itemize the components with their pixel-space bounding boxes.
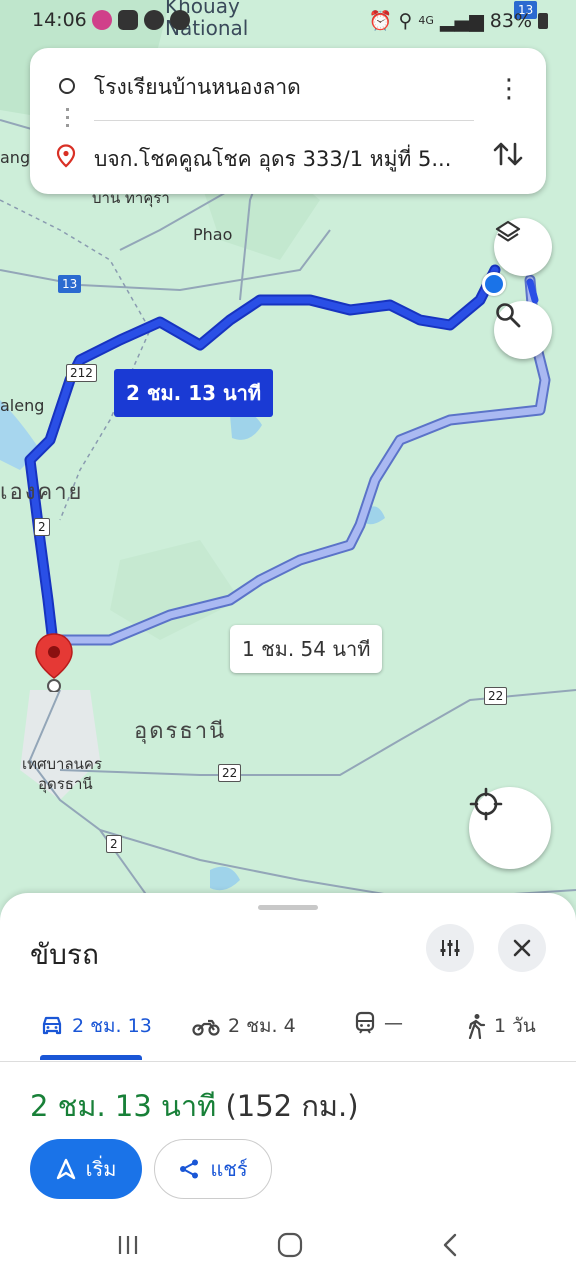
divider (94, 120, 474, 121)
origin-circle-icon (59, 78, 75, 94)
status-bar: 14:06 ⏰ ⚲ 4G ▂▄▆ 83% (0, 0, 576, 40)
road-shield-2a: 2 (34, 518, 50, 536)
road-shield-13: 13 (58, 275, 82, 293)
tab-walking-label: 1 วัน (494, 1015, 536, 1037)
navigation-arrow-icon (56, 1158, 75, 1180)
battery-icon (538, 12, 548, 29)
my-location-button[interactable] (469, 787, 551, 869)
transit-icon (355, 1011, 375, 1034)
home-icon[interactable] (277, 1232, 303, 1258)
tab-walking[interactable]: 1 วัน (466, 1011, 536, 1041)
place-label-nongkhai: เองคาย (0, 480, 84, 505)
gallery-icon (118, 10, 138, 30)
walk-icon (468, 1014, 486, 1039)
directions-card: โรงเรียนบ้านหนองลาด ⋮ บจก.โชคคูณโชค อุดร… (30, 48, 546, 194)
motorcycle-icon (192, 1019, 220, 1036)
car-icon (42, 1016, 62, 1035)
line-icon (144, 10, 164, 30)
road-shield-2b: 2 (106, 835, 122, 853)
tab-transit[interactable]: — (354, 1011, 403, 1035)
signal-icon: ▂▄▆ (439, 9, 484, 32)
search-icon (496, 303, 521, 328)
swap-icon[interactable] (490, 136, 526, 172)
destination-pin-icon[interactable] (33, 632, 75, 692)
road-shield-22a: 22 (484, 687, 508, 705)
system-icons: ⏰ ⚲ 4G ▂▄▆ 83% (369, 9, 548, 32)
destination-pin-small-icon (56, 144, 76, 168)
tab-motorcycle-label: 2 ชม. 4 (228, 1015, 296, 1037)
route-duration-label-main[interactable]: 2 ชม. 13 นาที (114, 369, 274, 417)
more-options-button[interactable]: ⋮ (496, 76, 522, 102)
close-button[interactable] (498, 924, 546, 972)
layers-button[interactable] (494, 218, 552, 276)
close-icon (513, 939, 531, 957)
summary-duration: 2 ชม. 13 นาที (30, 1089, 217, 1123)
place-label-aleng: aleng (0, 396, 45, 415)
back-icon[interactable] (440, 1232, 460, 1258)
battery-percent: 83% (489, 9, 532, 32)
road-shield-212: 212 (66, 364, 97, 382)
tab-transit-label: — (384, 1012, 403, 1034)
location-icon: ⚲ (398, 9, 413, 32)
road-shield-22b: 22 (218, 764, 242, 782)
origin-marker[interactable] (482, 272, 506, 296)
crosshair-icon (469, 787, 503, 821)
tune-icon (440, 940, 460, 956)
summary-distance: (152 กม.) (225, 1089, 359, 1123)
start-label: เริ่ม (85, 1157, 117, 1181)
notification-icons (92, 10, 190, 30)
active-tab-indicator (40, 1055, 142, 1060)
status-time: 14:06 (32, 9, 87, 31)
recent-apps-icon[interactable] (116, 1234, 140, 1256)
share-button[interactable]: แชร์ (154, 1139, 272, 1199)
share-icon (180, 1159, 199, 1179)
origin-row[interactable]: โรงเรียนบ้านหนองลาด ⋮ (30, 54, 546, 114)
layers-icon (495, 220, 521, 242)
drag-handle[interactable] (258, 905, 318, 910)
place-label-phao: Phao (193, 225, 233, 244)
messages-icon (170, 10, 190, 30)
route-summary: 2 ชม. 13 นาที (152 กม.) (30, 1083, 359, 1129)
sheet-title: ขับรถ (30, 938, 99, 971)
place-label-udon-city-2: อุดรธานี (38, 775, 93, 793)
alarm-icon: ⏰ (368, 10, 393, 32)
place-label-udon: อุดรธานี (134, 719, 227, 744)
route-duration-label-alt[interactable]: 1 ชม. 54 นาที (230, 625, 383, 673)
start-navigation-button[interactable]: เริ่ม (30, 1139, 142, 1199)
system-nav-bar (0, 1210, 576, 1280)
destination-row[interactable]: บจก.โชคคูณโชค อุดร 333/1 หมู่ที่ 5... (30, 126, 546, 186)
route-options-button[interactable] (426, 924, 474, 972)
tab-motorcycle[interactable]: 2 ชม. 4 (192, 1011, 296, 1041)
origin-field[interactable]: โรงเรียนบ้านหนองลาด (94, 71, 301, 104)
tab-driving-label: 2 ชม. 13 (72, 1015, 152, 1037)
travel-mode-tabs: 2 ชม. 13 2 ชม. 4 — 1 วัน (0, 993, 576, 1062)
place-label-ang: ang (0, 148, 31, 167)
tab-driving[interactable]: 2 ชม. 13 (40, 1011, 152, 1041)
network-type: 4G (418, 14, 434, 27)
share-label: แชร์ (210, 1157, 248, 1181)
destination-field[interactable]: บจก.โชคคูณโชค อุดร 333/1 หมู่ที่ 5... (94, 143, 451, 176)
search-along-route-button[interactable] (494, 301, 552, 359)
lite-app-icon (92, 10, 112, 30)
